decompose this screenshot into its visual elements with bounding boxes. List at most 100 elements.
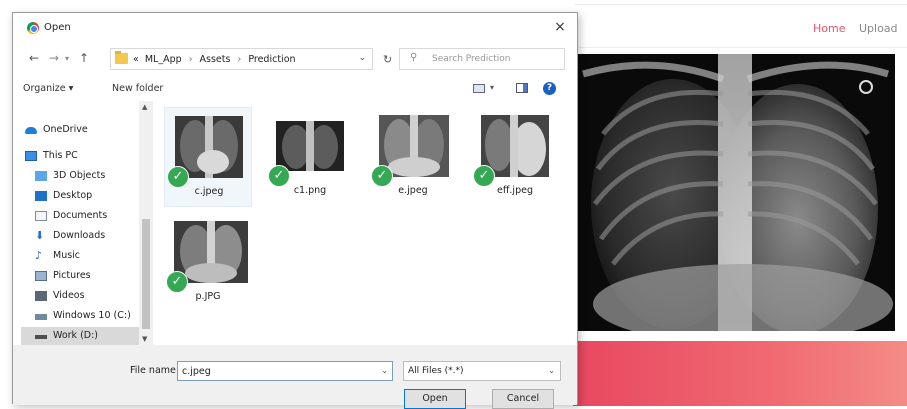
pictures-icon [35, 271, 47, 281]
search-icon: ⚲ [410, 52, 418, 63]
nav-item-onedrive[interactable]: OneDrive [21, 121, 145, 140]
nav-item-label: Desktop [53, 190, 93, 201]
address-row: ← → ▾ ↑ « ML_App › Assets › Prediction ⌄… [13, 43, 577, 75]
nav-item-label: Work (D:) [53, 330, 99, 341]
nav-upload-link[interactable]: Upload [859, 22, 898, 35]
downloads-icon: ⬇ [35, 229, 45, 242]
dialog-title: Open [44, 22, 71, 33]
documents-icon [35, 211, 47, 221]
banner-strip [573, 341, 907, 406]
nav-item-music[interactable]: ♪ Music [21, 247, 145, 266]
file-name-label: eff.jpeg [497, 185, 533, 196]
breadcrumb: « ML_App › Assets › Prediction [133, 54, 296, 65]
desktop-icon [35, 191, 47, 201]
organize-button[interactable]: Organize ▾ [23, 83, 73, 94]
forward-arrow-icon[interactable]: → [49, 51, 59, 65]
nav-item-label: OneDrive [43, 124, 88, 135]
nav-item-label: This PC [43, 150, 78, 161]
chrome-icon [27, 22, 39, 34]
file-item-e-jpeg[interactable]: ✓ e.jpeg [369, 107, 457, 207]
nav-item-3d-objects[interactable]: 3D Objects [21, 167, 145, 186]
file-name-label: p.JPG [195, 291, 221, 302]
breadcrumb-separator: › [188, 54, 193, 65]
chevron-down-icon[interactable]: ⌄ [358, 53, 366, 63]
nav-item-label: Music [53, 250, 81, 261]
file-name-value[interactable]: c.jpeg [182, 366, 211, 377]
divider [575, 4, 907, 5]
sync-check-icon: ✓ [268, 165, 290, 187]
file-type-value: All Files (*.*) [408, 366, 464, 376]
nav-item-pictures[interactable]: Pictures [21, 267, 145, 286]
nav-item-label: Downloads [53, 230, 106, 241]
view-options-icon[interactable] [473, 84, 485, 93]
videos-icon [35, 291, 47, 301]
file-type-select[interactable]: All Files (*.*) ⌄ [403, 361, 561, 381]
file-item-c-jpeg[interactable]: ✓ c.jpeg [164, 107, 252, 207]
search-placeholder: Search Prediction [432, 54, 511, 64]
back-arrow-icon[interactable]: ← [29, 51, 39, 65]
chest-xray-image [573, 54, 895, 331]
open-file-dialog: Open × ← → ▾ ↑ « ML_App › Assets › Predi… [12, 12, 578, 409]
sync-check-icon: ✓ [167, 166, 189, 188]
navigation-scrollbar[interactable]: ▲ ▼ [139, 101, 153, 345]
nav-home-link[interactable]: Home [813, 22, 845, 35]
nav-item-label: Documents [53, 210, 108, 221]
music-icon: ♪ [35, 249, 43, 262]
file-item-eff-jpeg[interactable]: ✓ eff.jpeg [471, 107, 559, 207]
divider [575, 47, 907, 48]
xray-thumbnail [276, 121, 344, 171]
refresh-icon[interactable]: ↻ [383, 53, 392, 66]
navigation-pane: OneDrive This PC 3D Objects Desktop Docu… [13, 101, 156, 346]
recent-locations-chevron-icon[interactable]: ▾ [65, 54, 69, 63]
chevron-down-icon[interactable]: ▾ [490, 83, 494, 92]
nav-item-downloads[interactable]: ⬇ Downloads [21, 227, 145, 246]
sync-check-icon: ✓ [371, 165, 393, 187]
nav-item-label: Windows 10 (C:) [53, 310, 131, 321]
nav-item-this-pc[interactable]: This PC [21, 147, 145, 166]
command-bar: Organize ▾ New folder ▾ ? [13, 75, 577, 101]
file-list: ✓ c.jpeg ✓ c1.png ✓ e.jpeg ✓ eff.jpeg ✓ … [158, 101, 577, 345]
cancel-button[interactable]: Cancel [492, 389, 554, 409]
chevron-down-icon[interactable]: ▼ [142, 335, 147, 343]
breadcrumb-separator: › [237, 54, 242, 65]
dialog-titlebar[interactable]: Open × [13, 13, 577, 43]
file-name-label: c.jpeg [194, 186, 224, 197]
breadcrumb-assets[interactable]: Assets [200, 54, 231, 65]
search-input[interactable]: ⚲ Search Prediction [399, 48, 565, 70]
cloud-icon [25, 127, 37, 134]
breadcrumb-overflow[interactable]: « [133, 54, 139, 65]
nav-item-videos[interactable]: Videos [21, 287, 145, 306]
computer-icon [25, 151, 37, 161]
page: Home Upload Open × ← → ▾ ↑ « ML_App › As… [0, 0, 907, 409]
dialog-footer: File name: c.jpeg ⌄ All Files (*.*) ⌄ Op… [13, 345, 577, 409]
new-folder-button[interactable]: New folder [112, 83, 163, 94]
help-icon[interactable]: ? [543, 82, 556, 95]
close-icon[interactable]: × [551, 18, 569, 36]
drive-d-icon [35, 335, 47, 339]
breadcrumb-ml-app[interactable]: ML_App [145, 54, 182, 65]
nav-item-label: Pictures [53, 270, 91, 281]
sync-check-icon: ✓ [166, 271, 188, 293]
nav-item-label: Videos [53, 290, 85, 301]
scrollbar-thumb[interactable] [142, 219, 150, 329]
nav-item-windows-c[interactable]: Windows 10 (C:) [21, 307, 145, 326]
open-button[interactable]: Open [404, 389, 466, 409]
file-name-label: c1.png [293, 185, 327, 196]
nav-item-documents[interactable]: Documents [21, 207, 145, 226]
nav-item-work-d[interactable]: Work (D:) [21, 327, 145, 346]
sync-check-icon: ✓ [473, 165, 495, 187]
address-bar[interactable]: « ML_App › Assets › Prediction ⌄ [110, 48, 373, 70]
preview-pane-icon[interactable] [516, 83, 528, 93]
breadcrumb-prediction[interactable]: Prediction [248, 54, 295, 65]
chevron-up-icon[interactable]: ▲ [142, 103, 147, 111]
chevron-down-icon[interactable]: ⌄ [548, 366, 555, 375]
file-name-field[interactable]: c.jpeg ⌄ [177, 361, 393, 381]
file-item-c1-png[interactable]: ✓ c1.png [266, 107, 354, 207]
file-item-p-jpg[interactable]: ✓ p.JPG [164, 213, 252, 313]
drive-c-icon [35, 314, 47, 320]
nav-item-label: 3D Objects [53, 170, 106, 181]
chevron-down-icon[interactable]: ⌄ [381, 366, 388, 375]
3d-objects-icon [35, 171, 47, 181]
up-arrow-icon[interactable]: ↑ [79, 51, 89, 65]
nav-item-desktop[interactable]: Desktop [21, 187, 145, 206]
